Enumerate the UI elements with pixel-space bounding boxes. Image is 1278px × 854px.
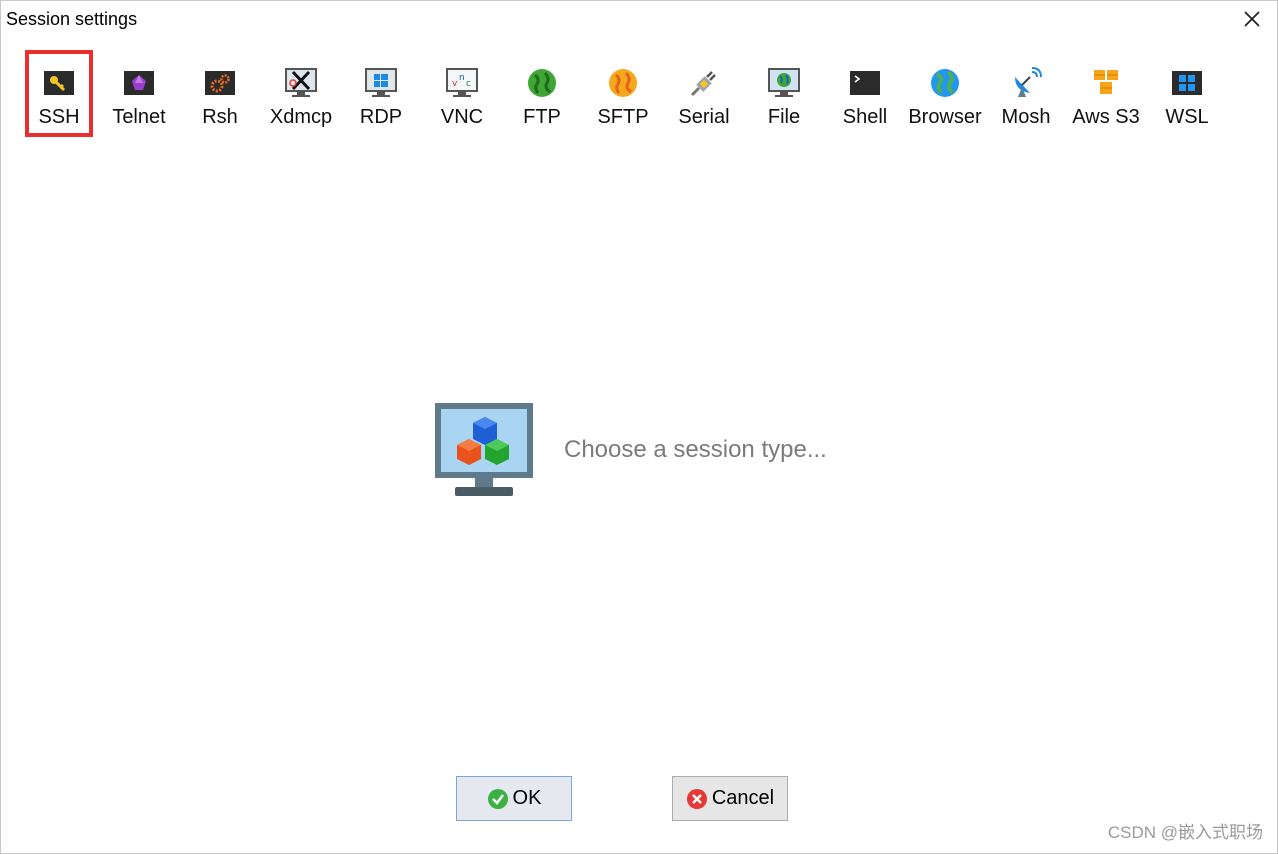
svg-text:n: n	[459, 73, 465, 83]
session-type-label: Xdmcp	[269, 106, 333, 128]
session-type-vnc[interactable]: vnc VNC	[422, 48, 502, 140]
session-type-label: Shell	[842, 106, 888, 128]
session-type-label: WSL	[1165, 106, 1209, 128]
session-type-xdmcp[interactable]: Xdmcp	[261, 48, 341, 140]
close-button[interactable]	[1235, 5, 1269, 33]
session-type-label: Serial	[678, 106, 730, 128]
check-circle-icon	[487, 788, 508, 809]
session-type-ssh[interactable]: SSH	[19, 48, 99, 140]
session-type-label: Telnet	[112, 106, 166, 128]
satellite-dish-icon	[1010, 67, 1042, 99]
session-type-label: FTP	[523, 106, 561, 128]
svg-text:c: c	[466, 79, 471, 89]
monitor-cubes-icon	[435, 403, 533, 496]
session-type-label: SSH	[38, 106, 80, 128]
session-type-aws-s3[interactable]: Aws S3	[1066, 48, 1146, 140]
svg-text:v: v	[452, 79, 458, 89]
x-circle-icon	[686, 788, 707, 809]
session-settings-dialog: Session settings SSH Telnet Rsh Xdmcp RD…	[0, 0, 1278, 854]
cancel-button[interactable]: Cancel	[672, 776, 788, 821]
vnc-monitor-icon: vnc	[446, 67, 478, 99]
session-type-browser[interactable]: Browser	[905, 48, 985, 140]
ok-button-label: OK	[512, 787, 542, 809]
cancel-button-label: Cancel	[711, 787, 775, 809]
orange-globe-icon	[607, 67, 639, 99]
session-type-label: Browser	[908, 106, 982, 128]
dialog-title: Session settings	[6, 9, 138, 29]
session-type-shell[interactable]: Shell	[825, 48, 905, 140]
session-type-rdp[interactable]: RDP	[341, 48, 421, 140]
globe-icon	[929, 67, 961, 99]
session-type-label: SFTP	[597, 106, 649, 128]
gears-icon	[204, 67, 236, 99]
watermark: CSDN @嵌入式职场	[1107, 823, 1263, 842]
windows-monitor-icon	[365, 67, 397, 99]
file-monitor-icon	[768, 67, 800, 99]
session-type-wsl[interactable]: WSL	[1147, 48, 1227, 140]
session-type-ftp[interactable]: FTP	[502, 48, 582, 140]
key-icon	[43, 67, 75, 99]
session-type-mosh[interactable]: Mosh	[986, 48, 1066, 140]
green-globe-icon	[526, 67, 558, 99]
session-type-rsh[interactable]: Rsh	[180, 48, 260, 140]
session-placeholder-illustration	[435, 403, 533, 497]
purple-gem-icon	[123, 67, 155, 99]
session-type-label: Mosh	[1001, 106, 1051, 128]
terminal-icon	[849, 67, 881, 99]
aws-cubes-icon	[1090, 67, 1122, 99]
session-type-label: File	[767, 106, 801, 128]
session-type-label: VNC	[440, 106, 484, 128]
session-type-sftp[interactable]: SFTP	[583, 48, 663, 140]
session-type-telnet[interactable]: Telnet	[99, 48, 179, 140]
ok-button[interactable]: OK	[456, 776, 572, 821]
x-display-icon	[285, 67, 317, 99]
session-type-label: Aws S3	[1072, 106, 1140, 128]
title-bar: Session settings	[1, 1, 1277, 37]
close-icon	[1244, 11, 1260, 27]
session-type-label: RDP	[359, 106, 403, 128]
windows-logo-icon	[1171, 67, 1203, 99]
serial-plug-icon	[688, 67, 720, 99]
session-type-serial[interactable]: Serial	[664, 48, 744, 140]
session-type-file[interactable]: File	[744, 48, 824, 140]
session-type-label: Rsh	[202, 106, 238, 128]
choose-session-prompt: Choose a session type...	[564, 436, 827, 463]
